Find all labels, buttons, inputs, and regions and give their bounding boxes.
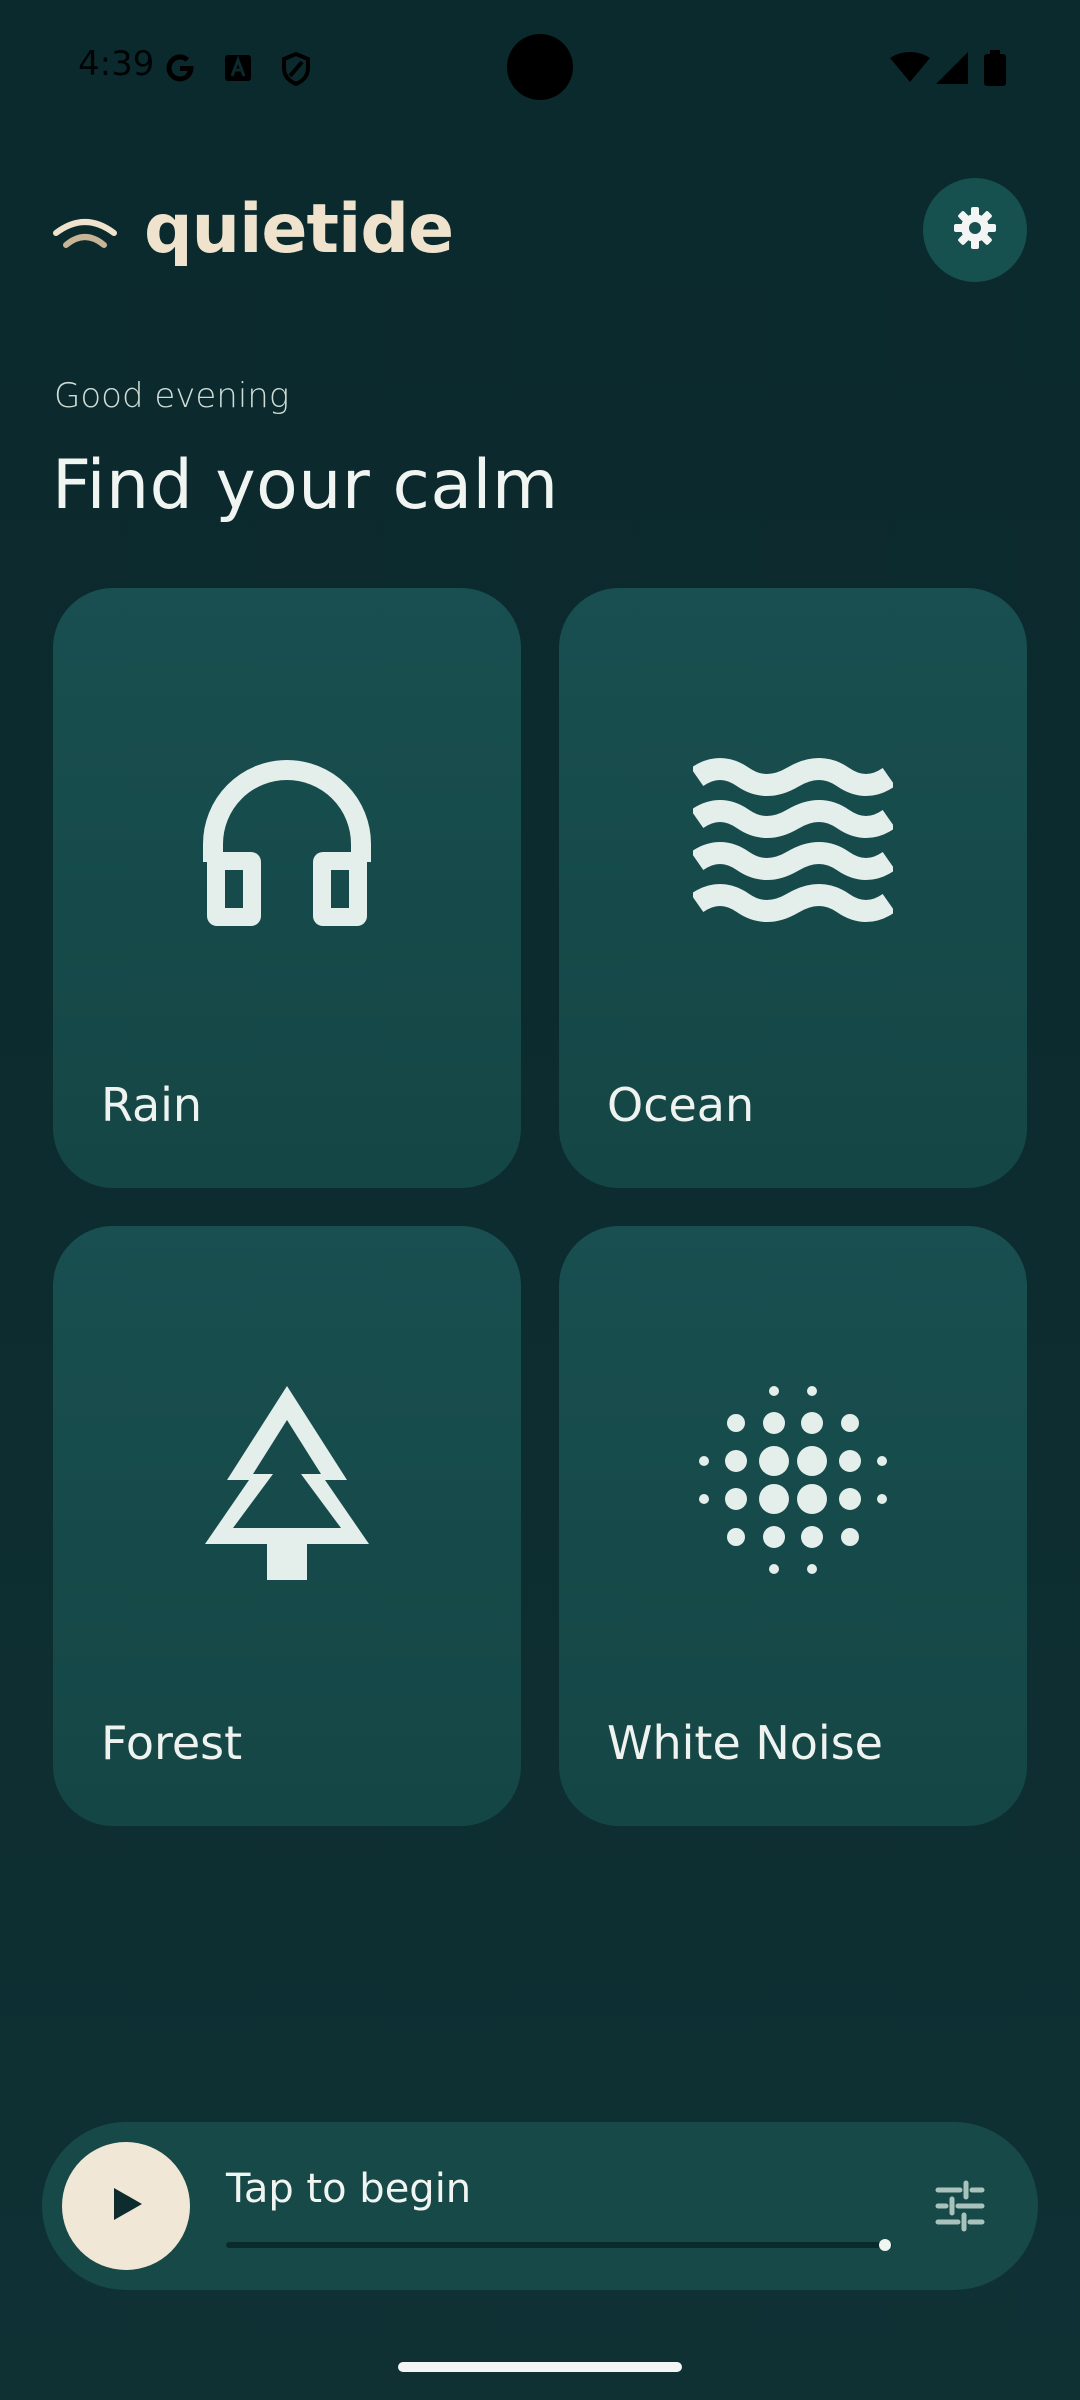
status-bar: 4:39 <box>0 0 1080 136</box>
battery-icon <box>984 50 1006 90</box>
play-icon <box>106 2184 146 2228</box>
settings-button[interactable] <box>923 178 1027 282</box>
page-title: Find your calm <box>52 446 559 525</box>
player-title: Tap to begin <box>226 2166 472 2212</box>
sound-card-white-noise[interactable]: White Noise <box>559 1226 1027 1826</box>
front-camera <box>507 34 573 100</box>
wave-arc-icon <box>52 207 118 251</box>
sound-card-label: White Noise <box>607 1716 883 1770</box>
google-icon <box>162 50 198 90</box>
status-time: 4:39 <box>78 44 155 84</box>
sound-card-ocean[interactable]: Ocean <box>559 588 1027 1188</box>
sound-card-forest[interactable]: Forest <box>53 1226 521 1826</box>
headphones-icon <box>197 760 377 936</box>
greeting-text: Good evening <box>54 376 290 416</box>
sound-card-rain[interactable]: Rain <box>53 588 521 1188</box>
play-button[interactable] <box>62 2142 190 2270</box>
app-brand: quietide <box>52 186 454 272</box>
app-name: quietide <box>144 189 454 269</box>
sliders-icon <box>932 2180 988 2238</box>
waves-icon <box>690 758 896 931</box>
signal-icon <box>936 52 968 88</box>
shield-icon <box>280 51 312 90</box>
gear-icon <box>951 204 999 256</box>
sound-card-label: Forest <box>101 1716 243 1770</box>
font-icon <box>224 54 252 86</box>
sound-card-label: Rain <box>101 1078 203 1132</box>
mixer-button[interactable] <box>932 2178 988 2234</box>
wifi-icon <box>890 52 930 88</box>
progress-bar[interactable] <box>226 2239 892 2251</box>
progress-thumb[interactable] <box>879 2239 892 2251</box>
home-indicator[interactable] <box>398 2362 682 2372</box>
sound-card-label: Ocean <box>607 1078 755 1132</box>
dots-icon <box>698 1386 888 1579</box>
tree-icon <box>197 1386 377 1584</box>
mini-player[interactable]: Tap to begin <box>42 2122 1038 2290</box>
